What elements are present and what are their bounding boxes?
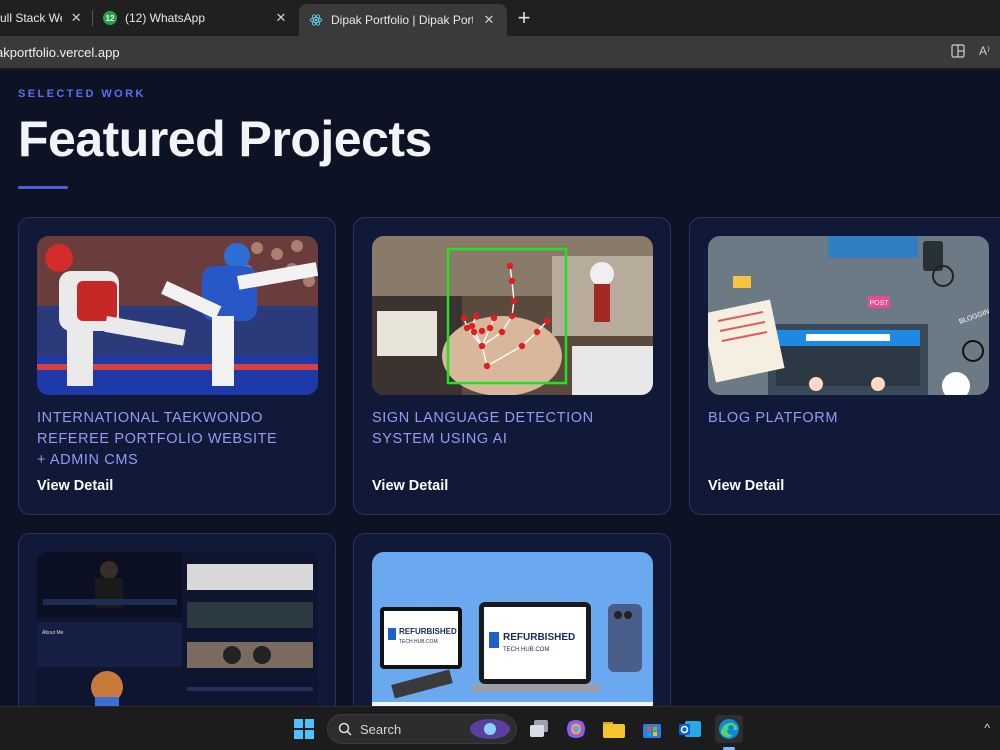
read-aloud-icon[interactable]: A⁾: [979, 44, 990, 58]
search-label: Search: [360, 721, 402, 737]
project-thumbnail: [37, 236, 318, 395]
project-title: BLOG PLATFORM: [708, 410, 838, 426]
project-title: INTERNATIONAL TAEKWONDO REFEREE PORTFOLI…: [37, 410, 278, 468]
outlook-icon[interactable]: [676, 715, 704, 743]
tab-whatsapp[interactable]: 12 (12) WhatsApp ✕: [93, 0, 299, 36]
project-card-taekwondo[interactable]: INTERNATIONAL TAEKWONDO REFEREE PORTFOLI…: [18, 217, 336, 515]
about-me-label: About Me: [42, 630, 64, 636]
whatsapp-icon: 12: [103, 11, 117, 25]
blog-platform-image: POST BLOGGING: [708, 236, 989, 395]
tab-title: (12) WhatsApp: [125, 11, 206, 25]
copilot-icon[interactable]: [562, 715, 590, 743]
address-bar[interactable]: akportfolio.vercel.app A⁾: [0, 36, 1000, 68]
search-icon: [338, 722, 352, 736]
file-explorer-icon[interactable]: [600, 715, 628, 743]
taskbar-search-box[interactable]: Search: [327, 714, 517, 744]
tab-full-stack[interactable]: ull Stack Web D ✕: [0, 0, 92, 36]
project-card-sign-language[interactable]: SIGN LANGUAGE DETECTION SYSTEM USING AI …: [353, 217, 671, 515]
sign-language-image: [372, 236, 653, 395]
windows-start-icon[interactable]: [290, 715, 318, 743]
close-tab-icon[interactable]: ✕: [273, 10, 289, 26]
tech-hub-label-large: TECH HUB.COM: [503, 647, 549, 653]
post-label: POST: [869, 300, 889, 307]
section-eyebrow: SELECTED WORK: [18, 88, 146, 100]
chevron-up-icon[interactable]: ^: [984, 721, 990, 735]
view-detail-link[interactable]: View Detail: [372, 478, 448, 494]
tab-title: Dipak Portfolio | Dipak Portfolio: [331, 13, 473, 27]
portfolio-site-image: About Me: [37, 552, 318, 706]
tech-hub-label: TECH HUB.COM: [399, 639, 438, 645]
browser-tab-strip: ull Stack Web D ✕ 12 (12) WhatsApp ✕ Dip…: [0, 0, 1000, 36]
close-tab-icon[interactable]: ✕: [481, 12, 497, 28]
react-icon: [309, 14, 323, 26]
windows-taskbar: Search ^: [0, 706, 1000, 750]
page-title: Featured Projects: [18, 111, 432, 167]
split-screen-icon[interactable]: [951, 44, 965, 58]
task-view-icon[interactable]: [525, 715, 553, 743]
new-tab-button[interactable]: +: [507, 0, 541, 36]
edge-browser-icon[interactable]: [715, 715, 743, 743]
taekwondo-image: [37, 236, 318, 395]
project-card-blog[interactable]: POST BLOGGING BLOG PLATFORM View Detail: [689, 217, 1000, 515]
view-detail-link[interactable]: View Detail: [708, 478, 784, 494]
refurbished-tech-image: REFURBISHED TECH HUB.COM REFURBISHED TEC…: [372, 552, 653, 706]
refurbished-label: REFURBISHED: [399, 627, 457, 636]
microsoft-store-icon[interactable]: [638, 715, 666, 743]
project-thumbnail: REFURBISHED TECH HUB.COM REFURBISHED TEC…: [372, 552, 653, 706]
heading-underline: [18, 186, 68, 189]
close-tab-icon[interactable]: ✕: [70, 10, 82, 26]
tab-title: ull Stack Web D: [0, 11, 62, 25]
project-thumbnail: [372, 236, 653, 395]
project-card-refurbished[interactable]: REFURBISHED TECH HUB.COM REFURBISHED TEC…: [353, 533, 671, 706]
project-title: SIGN LANGUAGE DETECTION SYSTEM USING AI: [372, 410, 594, 447]
tab-dipak-portfolio[interactable]: Dipak Portfolio | Dipak Portfolio ✕: [299, 4, 507, 36]
view-detail-link[interactable]: View Detail: [37, 478, 113, 494]
project-card-portfolio[interactable]: About Me: [18, 533, 336, 706]
project-thumbnail: About Me: [37, 552, 318, 706]
url-text[interactable]: akportfolio.vercel.app: [0, 45, 120, 60]
search-highlight-icon: [470, 719, 510, 739]
refurbished-label-large: REFURBISHED: [503, 632, 575, 643]
project-thumbnail: POST BLOGGING: [708, 236, 989, 395]
portfolio-page: SELECTED WORK Featured Projects INTERNAT…: [0, 70, 1000, 706]
